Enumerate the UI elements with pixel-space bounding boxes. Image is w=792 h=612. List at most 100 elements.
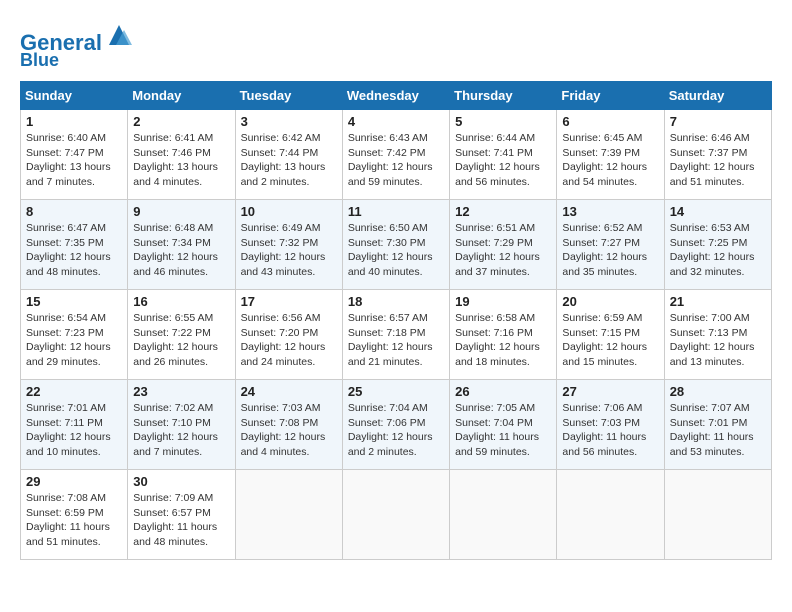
day-info: Sunrise: 7:09 AMSunset: 6:57 PMDaylight:…	[133, 491, 229, 550]
day-cell: 30Sunrise: 7:09 AMSunset: 6:57 PMDayligh…	[128, 469, 235, 559]
day-cell: 9Sunrise: 6:48 AMSunset: 7:34 PMDaylight…	[128, 199, 235, 289]
day-number: 5	[455, 114, 551, 129]
day-cell: 14 Sunrise: 6:53 AMSunset: 7:25 PMDayligh…	[664, 199, 771, 289]
day-number: 17	[241, 294, 337, 309]
day-cell: 3Sunrise: 6:42 AMSunset: 7:44 PMDaylight…	[235, 109, 342, 199]
logo: General Blue	[20, 20, 134, 71]
day-info: Sunrise: 7:04 AMSunset: 7:06 PMDaylight:…	[348, 401, 444, 460]
day-info: Sunrise: 6:54 AMSunset: 7:23 PMDaylight:…	[26, 311, 122, 370]
day-info: Sunrise: 6:58 AMSunset: 7:16 PMDaylight:…	[455, 311, 551, 370]
calendar-row: 29 Sunrise: 7:08 AMSunset: 6:59 PMDayligh…	[21, 469, 772, 559]
day-cell: 28Sunrise: 7:07 AMSunset: 7:01 PMDayligh…	[664, 379, 771, 469]
day-number: 22	[26, 384, 122, 399]
day-cell: 27 Sunrise: 7:06 AMSunset: 7:03 PMDayligh…	[557, 379, 664, 469]
header-row: Sunday Monday Tuesday Wednesday Thursday…	[21, 81, 772, 109]
day-info: Sunrise: 6:57 AMSunset: 7:18 PMDaylight:…	[348, 311, 444, 370]
day-info: Sunrise: 6:55 AMSunset: 7:22 PMDaylight:…	[133, 311, 229, 370]
day-info: Sunrise: 6:43 AMSunset: 7:42 PMDaylight:…	[348, 131, 444, 190]
day-number: 3	[241, 114, 337, 129]
empty-cell	[557, 469, 664, 559]
col-monday: Monday	[128, 81, 235, 109]
day-info: Sunrise: 6:41 AMSunset: 7:46 PMDaylight:…	[133, 131, 229, 190]
day-number: 16	[133, 294, 229, 309]
day-info: Sunrise: 6:47 AMSunset: 7:35 PMDaylight:…	[26, 221, 122, 280]
day-cell: 4 Sunrise: 6:43 AMSunset: 7:42 PMDaylight…	[342, 109, 449, 199]
day-cell: 1 Sunrise: 6:40 AMSunset: 7:47 PMDaylight…	[21, 109, 128, 199]
col-saturday: Saturday	[664, 81, 771, 109]
day-info: Sunrise: 6:44 AMSunset: 7:41 PMDaylight:…	[455, 131, 551, 190]
day-cell: 6 Sunrise: 6:45 AMSunset: 7:39 PMDaylight…	[557, 109, 664, 199]
day-cell: 17 Sunrise: 6:56 AMSunset: 7:20 PMDayligh…	[235, 289, 342, 379]
day-number: 18	[348, 294, 444, 309]
day-info: Sunrise: 6:46 AMSunset: 7:37 PMDaylight:…	[670, 131, 766, 190]
calendar-row: 15 Sunrise: 6:54 AMSunset: 7:23 PMDayligh…	[21, 289, 772, 379]
col-sunday: Sunday	[21, 81, 128, 109]
day-cell: 2 Sunrise: 6:41 AMSunset: 7:46 PMDaylight…	[128, 109, 235, 199]
calendar-row: 8 Sunrise: 6:47 AMSunset: 7:35 PMDaylight…	[21, 199, 772, 289]
day-number: 4	[348, 114, 444, 129]
day-info: Sunrise: 6:48 AMSunset: 7:34 PMDaylight:…	[133, 221, 229, 280]
day-cell: 8 Sunrise: 6:47 AMSunset: 7:35 PMDaylight…	[21, 199, 128, 289]
day-cell: 10Sunrise: 6:49 AMSunset: 7:32 PMDayligh…	[235, 199, 342, 289]
day-number: 24	[241, 384, 337, 399]
day-number: 21	[670, 294, 766, 309]
day-info: Sunrise: 6:59 AMSunset: 7:15 PMDaylight:…	[562, 311, 658, 370]
day-number: 28	[670, 384, 766, 399]
col-thursday: Thursday	[450, 81, 557, 109]
day-info: Sunrise: 7:08 AMSunset: 6:59 PMDaylight:…	[26, 491, 122, 550]
day-cell: 19 Sunrise: 6:58 AMSunset: 7:16 PMDayligh…	[450, 289, 557, 379]
day-info: Sunrise: 6:50 AMSunset: 7:30 PMDaylight:…	[348, 221, 444, 280]
day-info: Sunrise: 7:06 AMSunset: 7:03 PMDaylight:…	[562, 401, 658, 460]
day-number: 12	[455, 204, 551, 219]
calendar-row: 1 Sunrise: 6:40 AMSunset: 7:47 PMDaylight…	[21, 109, 772, 199]
day-cell: 12Sunrise: 6:51 AMSunset: 7:29 PMDayligh…	[450, 199, 557, 289]
day-number: 29	[26, 474, 122, 489]
day-cell: 21 Sunrise: 7:00 AMSunset: 7:13 PMDayligh…	[664, 289, 771, 379]
calendar-table: Sunday Monday Tuesday Wednesday Thursday…	[20, 81, 772, 560]
day-info: Sunrise: 7:03 AMSunset: 7:08 PMDaylight:…	[241, 401, 337, 460]
day-number: 15	[26, 294, 122, 309]
day-number: 10	[241, 204, 337, 219]
day-number: 19	[455, 294, 551, 309]
day-cell: 24 Sunrise: 7:03 AMSunset: 7:08 PMDayligh…	[235, 379, 342, 469]
day-cell: 26 Sunrise: 7:05 AMSunset: 7:04 PMDayligh…	[450, 379, 557, 469]
day-number: 27	[562, 384, 658, 399]
day-cell: 13 Sunrise: 6:52 AMSunset: 7:27 PMDayligh…	[557, 199, 664, 289]
col-friday: Friday	[557, 81, 664, 109]
day-cell: 22Sunrise: 7:01 AMSunset: 7:11 PMDayligh…	[21, 379, 128, 469]
day-number: 13	[562, 204, 658, 219]
day-cell: 18 Sunrise: 6:57 AMSunset: 7:18 PMDayligh…	[342, 289, 449, 379]
empty-cell	[664, 469, 771, 559]
empty-cell	[235, 469, 342, 559]
logo-icon	[104, 20, 134, 50]
day-number: 23	[133, 384, 229, 399]
day-number: 2	[133, 114, 229, 129]
day-info: Sunrise: 6:45 AMSunset: 7:39 PMDaylight:…	[562, 131, 658, 190]
day-cell: 7 Sunrise: 6:46 AMSunset: 7:37 PMDaylight…	[664, 109, 771, 199]
day-cell: 15 Sunrise: 6:54 AMSunset: 7:23 PMDayligh…	[21, 289, 128, 379]
day-info: Sunrise: 6:40 AMSunset: 7:47 PMDaylight:…	[26, 131, 122, 190]
day-number: 8	[26, 204, 122, 219]
day-info: Sunrise: 7:00 AMSunset: 7:13 PMDaylight:…	[670, 311, 766, 370]
day-info: Sunrise: 6:56 AMSunset: 7:20 PMDaylight:…	[241, 311, 337, 370]
day-info: Sunrise: 7:05 AMSunset: 7:04 PMDaylight:…	[455, 401, 551, 460]
col-wednesday: Wednesday	[342, 81, 449, 109]
empty-cell	[342, 469, 449, 559]
day-number: 11	[348, 204, 444, 219]
day-number: 20	[562, 294, 658, 309]
day-cell: 25 Sunrise: 7:04 AMSunset: 7:06 PMDayligh…	[342, 379, 449, 469]
day-number: 25	[348, 384, 444, 399]
day-number: 1	[26, 114, 122, 129]
col-tuesday: Tuesday	[235, 81, 342, 109]
day-info: Sunrise: 6:52 AMSunset: 7:27 PMDaylight:…	[562, 221, 658, 280]
day-number: 14	[670, 204, 766, 219]
day-info: Sunrise: 6:53 AMSunset: 7:25 PMDaylight:…	[670, 221, 766, 280]
page-header: General Blue	[20, 20, 772, 71]
calendar-row: 22Sunrise: 7:01 AMSunset: 7:11 PMDayligh…	[21, 379, 772, 469]
day-number: 7	[670, 114, 766, 129]
day-cell: 11 Sunrise: 6:50 AMSunset: 7:30 PMDayligh…	[342, 199, 449, 289]
day-number: 26	[455, 384, 551, 399]
day-number: 6	[562, 114, 658, 129]
day-cell: 5 Sunrise: 6:44 AMSunset: 7:41 PMDaylight…	[450, 109, 557, 199]
day-info: Sunrise: 7:02 AMSunset: 7:10 PMDaylight:…	[133, 401, 229, 460]
